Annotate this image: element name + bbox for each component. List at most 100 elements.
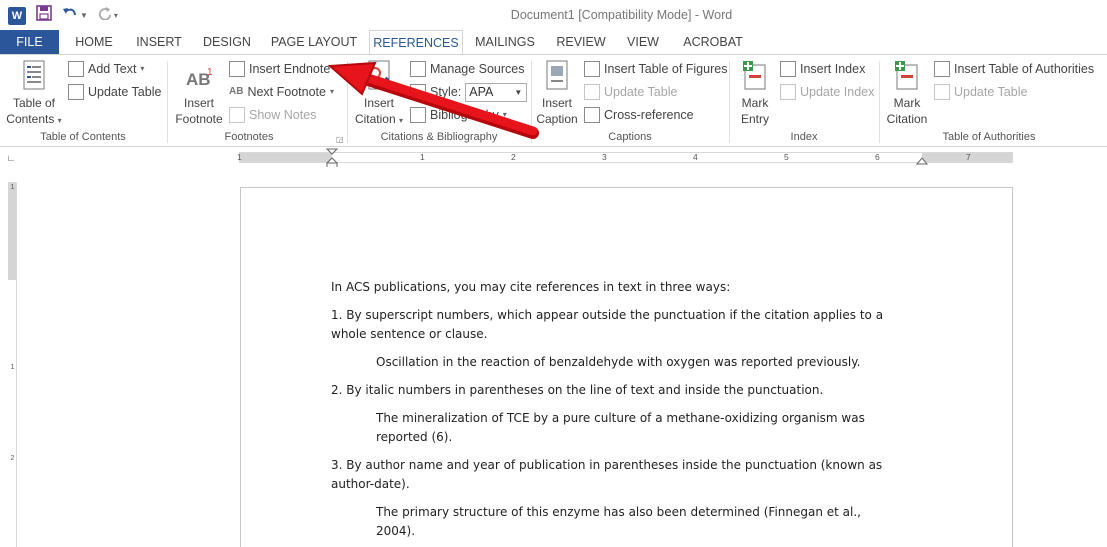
- update-table-captions-button[interactable]: Update Table: [584, 82, 677, 102]
- update-index-button[interactable]: Update Index: [780, 82, 874, 102]
- group-label-authorities: Table of Authorities: [942, 131, 1036, 143]
- add-text-button[interactable]: Add Text ▾: [68, 59, 144, 79]
- style-select[interactable]: APA ▼: [465, 82, 528, 102]
- ruler-number: 1: [420, 152, 425, 162]
- ruler-left-margin: [240, 153, 332, 162]
- right-indent-marker-icon[interactable]: [916, 156, 928, 166]
- style-label: Style:: [430, 85, 462, 99]
- tab-mailings[interactable]: MAILINGS: [470, 30, 540, 54]
- paragraph: 3. By author name and year of publicatio…: [331, 458, 883, 491]
- insert-table-of-authorities-label: Insert Table of Authorities: [954, 62, 1095, 76]
- next-footnote-label: Next Footnote: [247, 85, 326, 99]
- insert-table-of-authorities-icon: [934, 61, 950, 77]
- document-body[interactable]: In ACS publications, you may cite refere…: [331, 278, 901, 547]
- update-table-icon: [934, 84, 950, 100]
- tab-file[interactable]: FILE: [0, 30, 59, 54]
- insert-index-icon: [780, 61, 796, 77]
- example-paragraph: The mineralization of TCE by a pure cult…: [376, 411, 865, 444]
- insert-table-of-figures-button[interactable]: Insert Table of Figures: [584, 59, 727, 79]
- update-table-icon: [584, 84, 600, 100]
- bibliography-icon: [410, 107, 426, 123]
- show-notes-button[interactable]: Show Notes: [229, 105, 316, 125]
- tab-home[interactable]: HOME: [66, 30, 122, 54]
- tab-view[interactable]: VIEW: [621, 30, 665, 54]
- mark-citation-icon: [891, 59, 923, 93]
- insert-table-of-authorities-button[interactable]: Insert Table of Authorities: [934, 59, 1094, 79]
- tab-design[interactable]: DESIGN: [198, 30, 256, 54]
- bibliography-label: Bibliography: [430, 108, 499, 122]
- group-label-index: Index: [790, 131, 818, 143]
- ruler-number: 7: [966, 152, 971, 162]
- mark-citation-button[interactable]: Mark Citation: [884, 59, 930, 127]
- manage-sources-button[interactable]: Manage Sources: [410, 59, 525, 79]
- update-table-captions-label: Update Table: [604, 85, 678, 99]
- vertical-ruler-number: 2: [10, 455, 15, 462]
- insert-footnote-icon: AB 1: [183, 59, 215, 93]
- tab-selector-icon[interactable]: ∟: [5, 152, 17, 164]
- vertical-ruler-number: 1: [10, 184, 15, 191]
- vertical-ruler-margin: [8, 182, 16, 280]
- tab-review[interactable]: REVIEW: [552, 30, 610, 54]
- ribbon-references: Table of Contents ▾ Add Text ▾ Update Tab…: [0, 54, 1107, 147]
- ribbon-tabs: FILE HOME INSERT DESIGN PAGE LAYOUT REFE…: [0, 30, 1107, 55]
- add-text-icon: [68, 61, 84, 77]
- next-footnote-icon: AB: [229, 86, 244, 97]
- insert-citation-button[interactable]: Insert Citation ▾: [352, 59, 406, 129]
- mark-citation-label-1: Mark: [893, 96, 921, 110]
- ruler-number: 1: [237, 152, 242, 162]
- update-table-toc-label: Update Table: [88, 85, 162, 99]
- ruler-number: 5: [784, 152, 789, 162]
- insert-index-label: Insert Index: [800, 62, 866, 76]
- add-text-label: Add Text: [88, 62, 137, 76]
- insert-footnote-label-2: Footnote: [175, 112, 223, 126]
- cross-reference-button[interactable]: Cross-reference: [584, 105, 694, 125]
- ruler-number: 3: [602, 152, 607, 162]
- document-page[interactable]: In ACS publications, you may cite refere…: [240, 187, 1013, 547]
- example-paragraph: The primary structure of this enzyme has…: [376, 505, 861, 538]
- show-notes-icon: [229, 107, 245, 123]
- insert-citation-icon: [363, 59, 395, 93]
- title-bar: W ▼ ▾ Document1 [Compatibility Mode] - W…: [0, 0, 1107, 30]
- mark-entry-icon: [739, 59, 771, 93]
- example-paragraph: Oscillation in the reaction of benzaldeh…: [376, 355, 861, 369]
- insert-index-button[interactable]: Insert Index: [780, 59, 865, 79]
- mark-entry-label-2: Entry: [740, 112, 769, 126]
- insert-table-of-figures-icon: [584, 61, 600, 77]
- tab-insert[interactable]: INSERT: [131, 30, 187, 54]
- style-control: Style: APA ▼: [410, 82, 528, 102]
- insert-caption-icon: [541, 59, 573, 93]
- footnotes-dialog-launcher-icon[interactable]: ◲: [336, 135, 344, 144]
- paragraph: 1. By superscript numbers, which appear …: [331, 308, 884, 341]
- table-of-contents-label-2: Contents ▾: [6, 112, 62, 126]
- manage-sources-icon: [410, 61, 426, 77]
- vertical-ruler-number: 1: [10, 364, 15, 371]
- insert-endnote-button[interactable]: Insert Endnote: [229, 59, 330, 79]
- table-of-contents-label-1: Table of: [12, 96, 56, 110]
- mark-entry-button[interactable]: Mark Entry: [734, 59, 776, 127]
- vertical-ruler[interactable]: 1 1 2: [8, 182, 17, 547]
- update-index-label: Update Index: [800, 85, 875, 99]
- ruler-number: 2: [511, 152, 516, 162]
- tab-acrobat[interactable]: ACROBAT: [677, 30, 749, 54]
- chevron-down-icon: ▼: [514, 87, 523, 97]
- insert-endnote-label: Insert Endnote: [249, 62, 331, 76]
- style-icon: [410, 84, 426, 100]
- cross-reference-label: Cross-reference: [604, 108, 694, 122]
- manage-sources-label: Manage Sources: [430, 62, 525, 76]
- next-footnote-button[interactable]: AB Next Footnote ▾: [229, 82, 334, 102]
- bibliography-button[interactable]: Bibliography ▾: [410, 105, 507, 125]
- insert-footnote-button[interactable]: AB 1 Insert Footnote: [172, 59, 226, 127]
- update-table-authorities-label: Update Table: [954, 85, 1028, 99]
- tab-references[interactable]: REFERENCES: [369, 30, 463, 55]
- table-of-contents-button[interactable]: Table of Contents ▾: [6, 59, 62, 129]
- update-table-toc-button[interactable]: Update Table: [68, 82, 161, 102]
- insert-table-of-figures-label: Insert Table of Figures: [604, 62, 728, 76]
- insert-caption-button[interactable]: Insert Caption: [535, 59, 579, 127]
- svg-text:1: 1: [207, 67, 213, 78]
- tab-page-layout[interactable]: PAGE LAYOUT: [268, 30, 360, 54]
- horizontal-ruler-area: ∟ 1 1 2 3 4 5 6 7: [0, 147, 1107, 169]
- ruler-number: 4: [693, 152, 698, 162]
- horizontal-ruler[interactable]: 1 1 2 3 4 5 6 7: [237, 148, 1013, 169]
- ruler-number: 6: [875, 152, 880, 162]
- update-table-authorities-button[interactable]: Update Table: [934, 82, 1027, 102]
